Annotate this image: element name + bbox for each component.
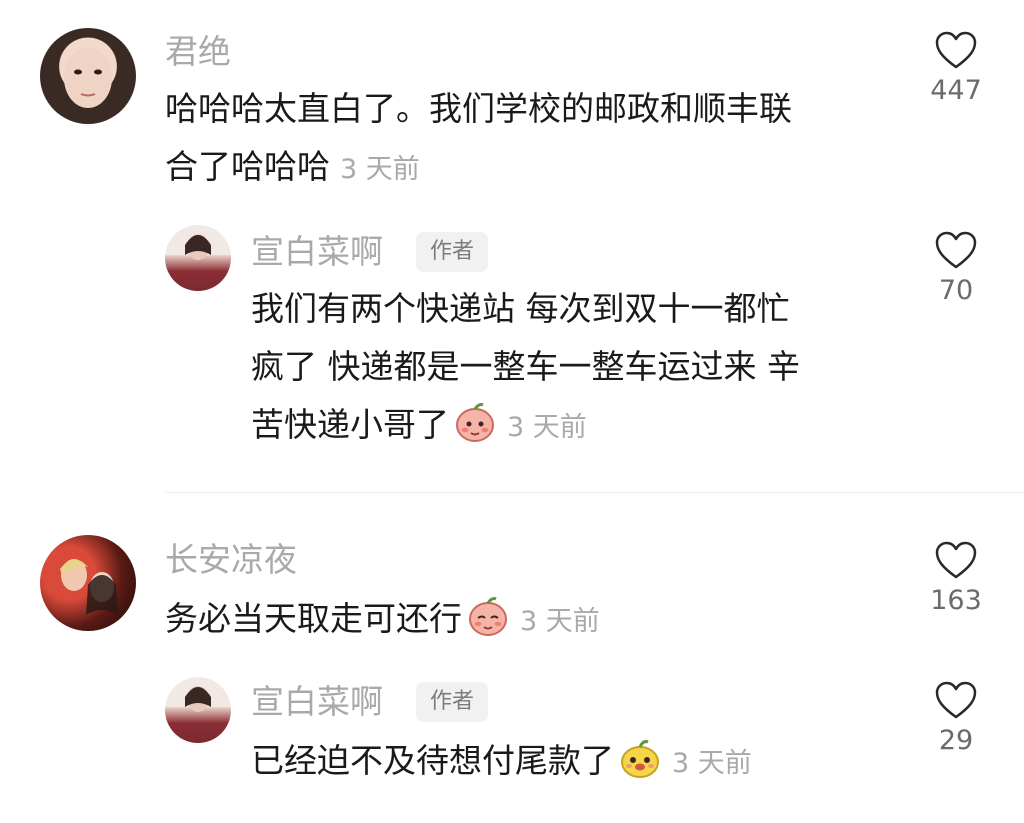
comment-text: 务必当天取走可还行 3 天前 — [165, 590, 905, 651]
timestamp: 3 天前 — [672, 748, 752, 779]
comment-line: 务必当天取走可还行 3 天前 — [165, 590, 905, 651]
like-button[interactable]: 447 — [926, 30, 986, 108]
comment-line-text: 苦快递小哥了 — [251, 405, 449, 444]
like-count: 163 — [930, 585, 982, 616]
heart-icon — [935, 31, 977, 69]
like-count: 447 — [930, 75, 982, 106]
heart-icon — [935, 681, 977, 719]
comment-text: 我们有两个快递站 每次到双十一都忙 疯了 快递都是一整车一整车运过来 辛 苦快递… — [251, 280, 911, 457]
heart-icon — [935, 541, 977, 579]
comment-line-text: 务必当天取走可还行 — [165, 599, 462, 638]
timestamp: 3 天前 — [520, 606, 600, 637]
comment-line: 合了哈哈哈 3 天前 — [165, 138, 905, 199]
avatar[interactable] — [40, 28, 136, 124]
comment-line: 疯了 快递都是一整车一整车运过来 辛 — [251, 347, 800, 386]
heart-icon — [935, 231, 977, 269]
comment-line: 哈哈哈太直白了。我们学校的邮政和顺丰联 — [165, 89, 792, 128]
comment-text: 已经迫不及待想付尾款了 3 天前 — [251, 732, 911, 793]
like-count: 70 — [938, 275, 974, 306]
comment-divider — [165, 492, 1024, 493]
timestamp: 3 天前 — [340, 154, 420, 185]
avatar-figure-icon — [185, 686, 211, 712]
happy-pear-emoji-icon — [621, 740, 659, 778]
avatar-figure-icon — [185, 234, 211, 260]
comment-line-text: 已经迫不及待想付尾款了 — [251, 741, 614, 780]
comment-line-text: 合了哈哈哈 — [165, 147, 330, 186]
comment-line: 苦快递小哥了 3 天前 — [251, 396, 911, 457]
shy-peach-emoji-icon — [456, 403, 494, 442]
avatar[interactable] — [165, 677, 231, 743]
avatar[interactable] — [40, 535, 136, 631]
avatar-couple-icon — [60, 559, 118, 615]
username[interactable]: 长安凉夜 — [165, 540, 297, 580]
username[interactable]: 君绝 — [165, 32, 231, 72]
username[interactable]: 宣白菜啊 — [251, 682, 383, 722]
avatar-face-icon — [64, 48, 112, 108]
author-badge: 作者 — [416, 232, 489, 272]
comment-text: 哈哈哈太直白了。我们学校的邮政和顺丰联 合了哈哈哈 3 天前 — [165, 80, 905, 199]
like-button[interactable]: 163 — [926, 540, 986, 618]
username[interactable]: 宣白菜啊 — [251, 232, 383, 272]
avatar[interactable] — [165, 225, 231, 291]
timestamp: 3 天前 — [507, 412, 587, 443]
like-count: 29 — [938, 725, 974, 756]
comment-line: 已经迫不及待想付尾款了 3 天前 — [251, 732, 911, 793]
like-button[interactable]: 70 — [926, 230, 986, 308]
comment-line: 我们有两个快递站 每次到双十一都忙 — [251, 289, 790, 328]
author-badge: 作者 — [416, 682, 489, 722]
shy-peach-emoji-icon — [469, 597, 507, 636]
like-button[interactable]: 29 — [926, 680, 986, 758]
